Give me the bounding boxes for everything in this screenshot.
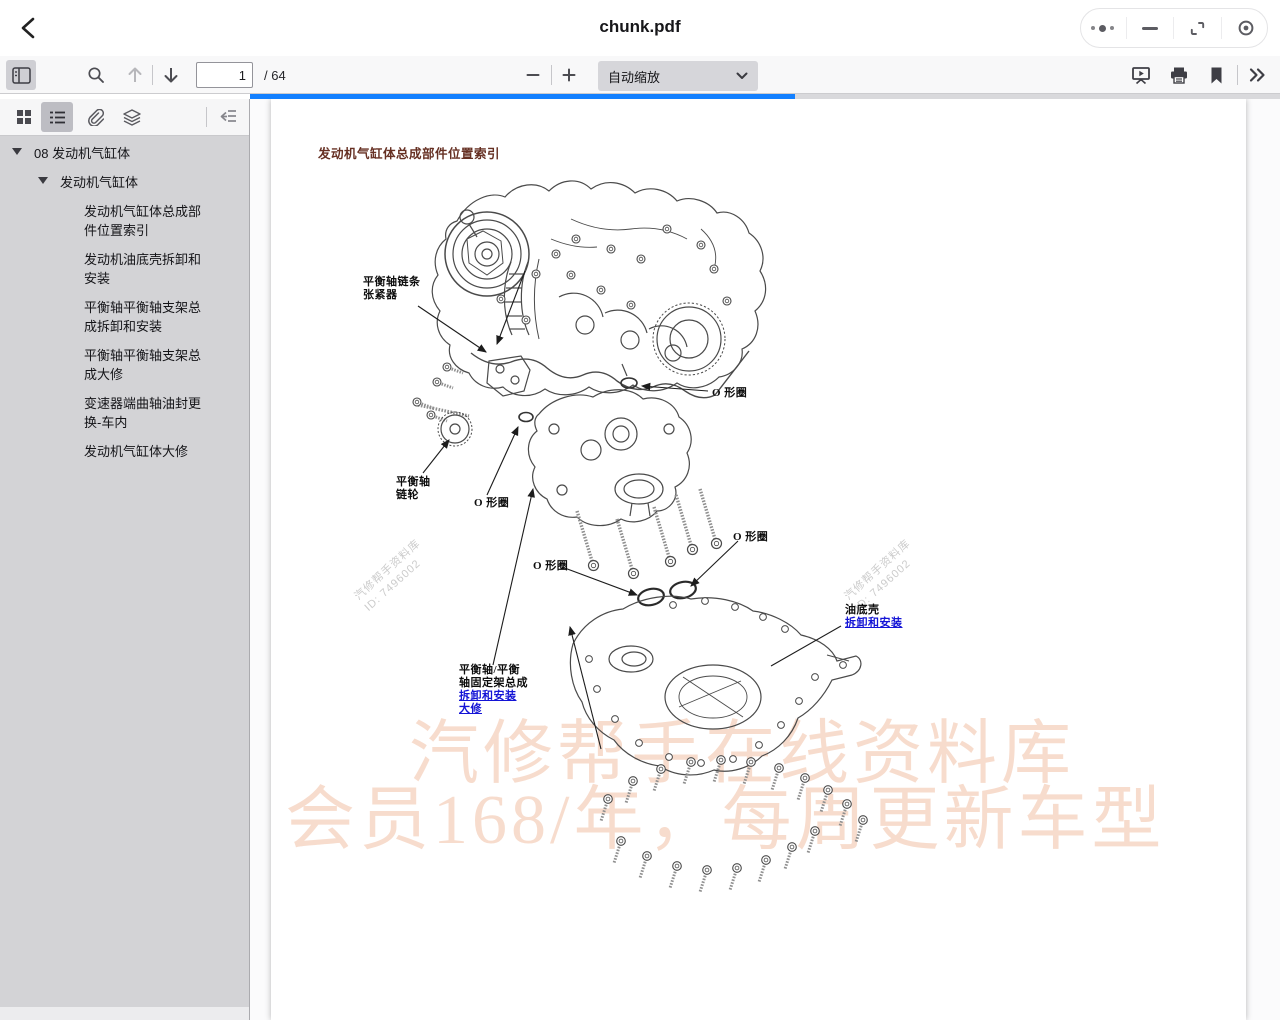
toggle-sidebar-button[interactable] [6, 60, 36, 90]
bookmark-icon [1209, 66, 1224, 85]
zoom-in-icon [562, 68, 576, 82]
print-icon [1169, 66, 1189, 85]
sprocket-art [438, 412, 472, 446]
outline-icon [49, 110, 66, 125]
tensioner-bracket-art [418, 356, 530, 416]
outline-item[interactable]: 发动机油底壳拆卸和安装 [0, 250, 250, 288]
label-o-ring: O 形圈 [733, 531, 768, 544]
label-oil-pan: 油底壳 拆卸和安装 [845, 604, 903, 630]
collapse-triangle-icon[interactable] [38, 177, 48, 184]
title-bar: chunk.pdf [0, 0, 1280, 56]
engine-diagram-illustration [271, 99, 1246, 1020]
print-button[interactable] [1164, 60, 1194, 90]
next-page-button[interactable] [156, 60, 186, 90]
zoom-out-icon [526, 68, 540, 82]
layers-icon [123, 109, 141, 126]
outline-item[interactable]: 发动机气缸体 [0, 173, 250, 192]
outline-item-label[interactable]: 变速器端曲轴油封更换-车内 [84, 394, 210, 432]
outline-item-label[interactable]: 发动机油底壳拆卸和安装 [84, 250, 210, 288]
pdf-viewer-window: { "window": { "title": "chunk.pdf", "pil… [0, 0, 1280, 1020]
outline-tree: 08 发动机气缸体 发动机气缸体 发动机气缸体总成部件位置索引 发动机油底壳拆卸… [0, 144, 250, 471]
outline-item-label[interactable]: 平衡轴平衡轴支架总成大修 [84, 346, 210, 384]
search-button[interactable] [81, 60, 111, 90]
outline-item[interactable]: 变速器端曲轴油封更换-车内 [0, 394, 250, 432]
toggle-sidebar-icon [12, 67, 31, 84]
oil-pan-art [570, 596, 861, 775]
restore-icon [1189, 20, 1206, 37]
more-options-icon [1091, 25, 1114, 32]
outline-item-label[interactable]: 平衡轴平衡轴支架总成拆卸和安装 [84, 298, 210, 336]
label-balance-shaft-carrier: 平衡轴/平衡 轴固定架总成 拆卸和安装 大修 [459, 664, 528, 715]
outline-item[interactable]: 平衡轴平衡轴支架总成大修 [0, 346, 250, 384]
toolbar-divider [152, 65, 153, 85]
current-outline-item-button[interactable] [212, 102, 244, 132]
window-controls-pill [1080, 8, 1268, 48]
outline-view-button[interactable] [41, 102, 73, 132]
outline-item-label[interactable]: 发动机气缸体 [60, 173, 186, 192]
more-options-button[interactable] [1083, 9, 1121, 47]
pill-divider [1221, 17, 1222, 39]
label-o-ring: O 形圈 [474, 497, 509, 510]
outline-item[interactable]: 发动机气缸体大修 [0, 442, 250, 461]
record-icon [1237, 19, 1255, 37]
outline-item[interactable]: 平衡轴平衡轴支架总成拆卸和安装 [0, 298, 250, 336]
sidebar-toolbar [0, 99, 249, 136]
toolbar-divider [1237, 65, 1238, 85]
previous-page-button[interactable] [120, 60, 150, 90]
presentation-mode-icon [1131, 66, 1151, 85]
zoom-scale-select[interactable]: 自动缩放 [598, 61, 758, 91]
outline-item-label[interactable]: 发动机气缸体总成部件位置索引 [84, 202, 210, 240]
page-count-label: / 64 [264, 68, 286, 83]
label-chain-tensioner: 平衡轴链条 张紧器 [363, 276, 421, 302]
pdf-toolbar: / 64 自动缩放 [0, 56, 1280, 94]
outline-item[interactable]: 08 发动机气缸体 [0, 144, 250, 163]
toolbar-divider [551, 65, 552, 85]
sidebar-toolbar-divider [206, 107, 207, 127]
pill-divider [1173, 17, 1174, 39]
minimize-icon [1142, 27, 1158, 30]
page-up-icon [127, 66, 143, 84]
minimize-button[interactable] [1131, 9, 1169, 47]
restore-button[interactable] [1179, 9, 1217, 47]
pan-bolts-art [601, 756, 867, 892]
page-number-input[interactable] [196, 62, 253, 88]
chevron-down-icon [736, 72, 748, 80]
link-carrier-remove-install[interactable]: 拆卸和安装 [459, 690, 528, 703]
label-o-ring: O 形圈 [533, 560, 568, 573]
thumbnails-view-button[interactable] [8, 102, 40, 132]
o-ring-mid-art [519, 413, 533, 422]
pill-divider [1126, 17, 1127, 39]
label-o-ring: O 形圈 [712, 387, 747, 400]
outline-item[interactable]: 发动机气缸体总成部件位置索引 [0, 202, 250, 240]
attachments-icon [86, 109, 104, 126]
outline-item-label[interactable]: 发动机气缸体大修 [84, 442, 210, 461]
sidebar: 08 发动机气缸体 发动机气缸体 发动机气缸体总成部件位置索引 发动机油底壳拆卸… [0, 99, 250, 1020]
current-outline-item-icon [219, 109, 237, 125]
zoom-in-button[interactable] [554, 60, 584, 90]
presentation-mode-button[interactable] [1126, 60, 1156, 90]
collapse-triangle-icon[interactable] [12, 148, 22, 155]
label-balance-shaft-sprocket: 平衡轴 链轮 [396, 476, 431, 502]
bookmark-button[interactable] [1201, 60, 1231, 90]
zoom-out-button[interactable] [518, 60, 548, 90]
thumbnails-icon [16, 109, 32, 125]
outline-item-label[interactable]: 08 发动机气缸体 [34, 144, 160, 163]
link-oil-pan-remove-install[interactable]: 拆卸和安装 [845, 617, 903, 630]
more-tools-button[interactable] [1242, 60, 1272, 90]
link-carrier-overhaul[interactable]: 大修 [459, 703, 528, 716]
pdf-viewer-area[interactable]: 汽修帮手在线资料库 会员168/年，每周更新车型 汽修帮手资料库 ID: 749… [250, 99, 1280, 1020]
more-tools-icon [1248, 67, 1267, 83]
page-down-icon [163, 66, 179, 84]
record-button[interactable] [1227, 9, 1265, 47]
search-icon [87, 66, 105, 84]
zoom-scale-value: 自动缩放 [608, 67, 736, 86]
sidebar-bottom-strip [0, 1007, 249, 1020]
attachments-button[interactable] [79, 102, 111, 132]
layers-button[interactable] [116, 102, 148, 132]
pdf-page: 汽修帮手在线资料库 会员168/年，每周更新车型 汽修帮手资料库 ID: 749… [271, 99, 1246, 1020]
o-ring-top-art [621, 378, 637, 388]
